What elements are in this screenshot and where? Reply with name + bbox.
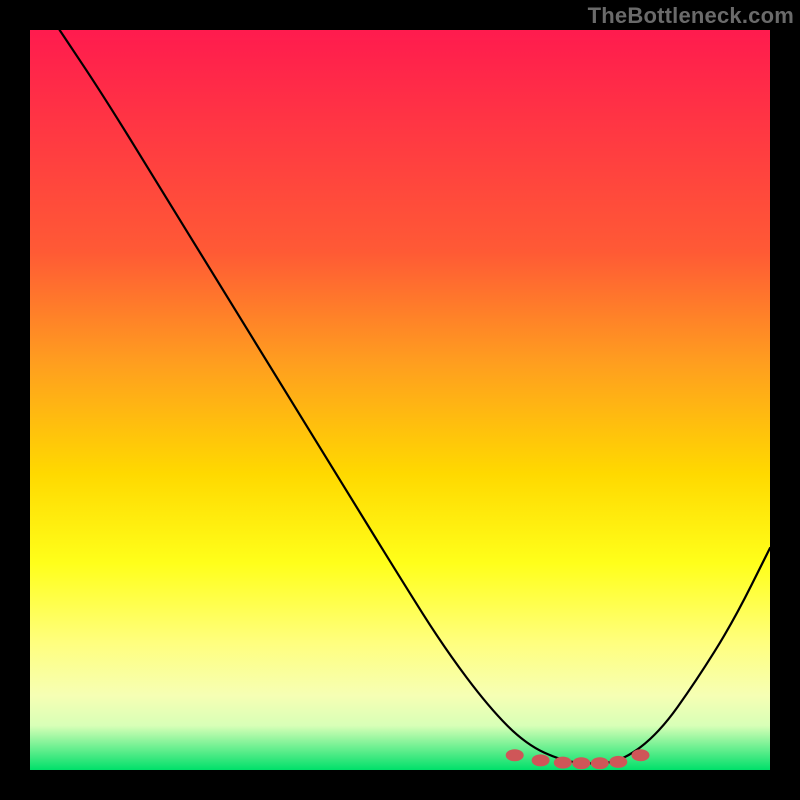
curve-marker (532, 754, 550, 766)
curve-marker (506, 749, 524, 761)
curve-marker (591, 757, 609, 769)
curve-marker (632, 749, 650, 761)
bottleneck-chart (0, 0, 800, 800)
curve-marker (609, 756, 627, 768)
curve-marker (572, 757, 590, 769)
watermark-text: TheBottleneck.com (588, 3, 794, 29)
plot-background (30, 30, 770, 770)
chart-container: TheBottleneck.com (0, 0, 800, 800)
curve-marker (554, 757, 572, 769)
